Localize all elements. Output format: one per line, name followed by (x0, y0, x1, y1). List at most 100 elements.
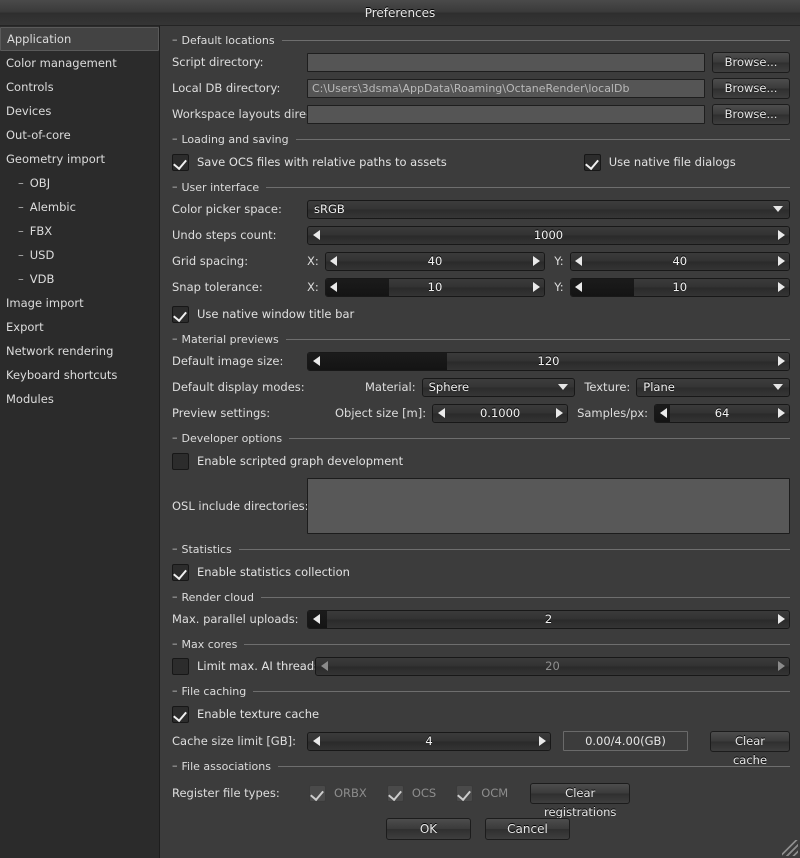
decrement-arrow-icon[interactable] (308, 614, 324, 624)
increment-arrow-icon[interactable] (773, 408, 789, 418)
sidebar-item-fbx[interactable]: – FBX (0, 219, 159, 243)
undo-steps-count-slider[interactable]: 1000 (307, 225, 790, 245)
decrement-arrow-icon[interactable] (433, 408, 449, 418)
grid-spacing-y-slider[interactable]: 40 (569, 251, 791, 271)
increment-arrow-icon[interactable] (528, 282, 544, 292)
decrement-arrow-icon[interactable] (316, 661, 332, 671)
decrement-arrow-icon[interactable] (571, 256, 587, 266)
decrement-arrow-icon[interactable] (571, 282, 587, 292)
group-collapse-icon[interactable]: – (172, 181, 178, 192)
grid-spacing-y-label: Y: (554, 254, 564, 268)
decrement-arrow-icon[interactable] (326, 256, 342, 266)
sidebar-item-image-import[interactable]: Image import (0, 291, 159, 315)
sidebar-item-network-rendering[interactable]: Network rendering (0, 339, 159, 363)
group-collapse-icon[interactable]: – (172, 591, 178, 602)
use-native-window-title-bar-checkbox[interactable] (172, 305, 189, 323)
register-orbx-checkbox[interactable] (309, 784, 326, 802)
sidebar-item-usd[interactable]: – USD (0, 243, 159, 267)
row-script-directory: Script directory: Browse... (166, 51, 790, 73)
sidebar-item-modules[interactable]: Modules (0, 387, 159, 411)
register-ocm-label: OCM (481, 786, 509, 800)
script-directory-input[interactable] (307, 52, 705, 72)
sidebar-item-controls[interactable]: Controls (0, 75, 159, 99)
increment-arrow-icon[interactable] (773, 614, 789, 624)
workspace-layouts-directory-input[interactable] (307, 104, 705, 124)
enable-texture-cache-checkbox[interactable] (172, 705, 189, 723)
row-max-parallel-uploads: Max. parallel uploads: 2 (166, 608, 790, 630)
decrement-arrow-icon[interactable] (326, 282, 342, 292)
grid-spacing-x-slider[interactable]: 40 (324, 251, 546, 271)
workspace-layouts-directory-browse-button[interactable]: Browse... (712, 103, 790, 125)
increment-arrow-icon[interactable] (773, 230, 789, 240)
local-db-directory-input[interactable]: C:\Users\3dsma\AppData\Roaming\OctaneRen… (307, 78, 705, 98)
local-db-directory-browse-button[interactable]: Browse... (712, 77, 790, 99)
clear-registrations-button[interactable]: Clear registrations (530, 782, 631, 819)
limit-max-ai-threads-checkbox[interactable] (172, 657, 189, 675)
group-collapse-icon[interactable]: – (172, 432, 178, 443)
increment-arrow-icon[interactable] (551, 408, 567, 418)
enable-texture-cache-label: Enable texture cache (197, 707, 320, 721)
save-ocs-relative-paths-checkbox[interactable] (172, 153, 189, 171)
cancel-button[interactable]: Cancel (485, 818, 570, 840)
sidebar-item-keyboard-shortcuts[interactable]: Keyboard shortcuts (0, 363, 159, 387)
material-mode-dropdown[interactable]: Sphere (421, 377, 576, 397)
group-collapse-icon[interactable]: – (172, 638, 178, 649)
decrement-arrow-icon[interactable] (308, 736, 324, 746)
snap-tolerance-x-slider[interactable]: 10 (324, 277, 546, 297)
sidebar-item-application[interactable]: Application (0, 27, 159, 51)
clear-cache-button[interactable]: Clear cache (710, 730, 790, 767)
samples-per-px-slider[interactable]: 64 (654, 403, 790, 423)
ok-button[interactable]: OK (386, 818, 471, 840)
object-size-slider[interactable]: 0.1000 (432, 403, 569, 423)
preferences-sidebar[interactable]: Application Color management Controls De… (0, 26, 160, 858)
sidebar-item-export[interactable]: Export (0, 315, 159, 339)
group-default-locations: – Default locations (166, 33, 790, 47)
increment-arrow-icon[interactable] (773, 256, 789, 266)
sidebar-item-geometry-import[interactable]: Geometry import (0, 147, 159, 171)
increment-arrow-icon[interactable] (534, 736, 550, 746)
snap-tolerance-y-label: Y: (554, 280, 564, 294)
enable-scripted-graph-development-checkbox[interactable] (172, 452, 189, 470)
group-title: Statistics (181, 542, 232, 556)
group-render-cloud: – Render cloud (166, 590, 790, 604)
group-collapse-icon[interactable]: – (172, 685, 178, 696)
sidebar-item-label: Devices (6, 104, 52, 118)
increment-arrow-icon[interactable] (528, 256, 544, 266)
decrement-arrow-icon[interactable] (308, 356, 324, 366)
group-collapse-icon[interactable]: – (172, 760, 178, 771)
texture-mode-dropdown[interactable]: Plane (636, 377, 791, 397)
use-native-file-dialogs-checkbox[interactable] (583, 153, 601, 171)
default-image-size-value: 120 (537, 354, 560, 368)
resize-grip-icon[interactable] (782, 840, 798, 856)
increment-arrow-icon[interactable] (773, 282, 789, 292)
sidebar-item-color-management[interactable]: Color management (0, 51, 159, 75)
decrement-arrow-icon[interactable] (655, 408, 671, 418)
increment-arrow-icon[interactable] (773, 661, 789, 671)
register-ocs-checkbox[interactable] (386, 784, 404, 802)
sidebar-item-label: VDB (29, 272, 55, 286)
sidebar-item-obj[interactable]: – OBJ (0, 171, 159, 195)
color-picker-space-dropdown[interactable]: sRGB (307, 199, 790, 219)
sidebar-item-out-of-core[interactable]: Out-of-core (0, 123, 159, 147)
row-workspace-layouts-directory: Workspace layouts directory: Browse... (166, 103, 790, 125)
snap-tolerance-y-slider[interactable]: 10 (569, 277, 791, 297)
decrement-arrow-icon[interactable] (308, 230, 324, 240)
sidebar-item-devices[interactable]: Devices (0, 99, 159, 123)
register-ocm-checkbox[interactable] (456, 784, 474, 802)
script-directory-browse-button[interactable]: Browse... (712, 51, 790, 73)
sidebar-item-vdb[interactable]: – VDB (0, 267, 159, 291)
group-collapse-icon[interactable]: – (172, 543, 178, 554)
max-parallel-uploads-slider[interactable]: 2 (307, 609, 790, 629)
default-image-size-slider[interactable]: 120 (307, 351, 790, 371)
group-collapse-icon[interactable]: – (172, 34, 178, 45)
increment-arrow-icon[interactable] (773, 356, 789, 366)
osl-include-directories-textarea[interactable] (307, 478, 790, 534)
cache-size-limit-slider[interactable]: 4 (307, 731, 551, 751)
sidebar-item-label: FBX (29, 224, 53, 238)
sidebar-item-alembic[interactable]: – Alembic (0, 195, 159, 219)
enable-statistics-collection-checkbox[interactable] (172, 563, 189, 581)
group-collapse-icon[interactable]: – (172, 333, 178, 344)
group-collapse-icon[interactable]: – (172, 133, 178, 144)
grid-spacing-x-label: X: (307, 254, 319, 268)
limit-max-ai-threads-slider[interactable]: 20 (315, 656, 790, 676)
